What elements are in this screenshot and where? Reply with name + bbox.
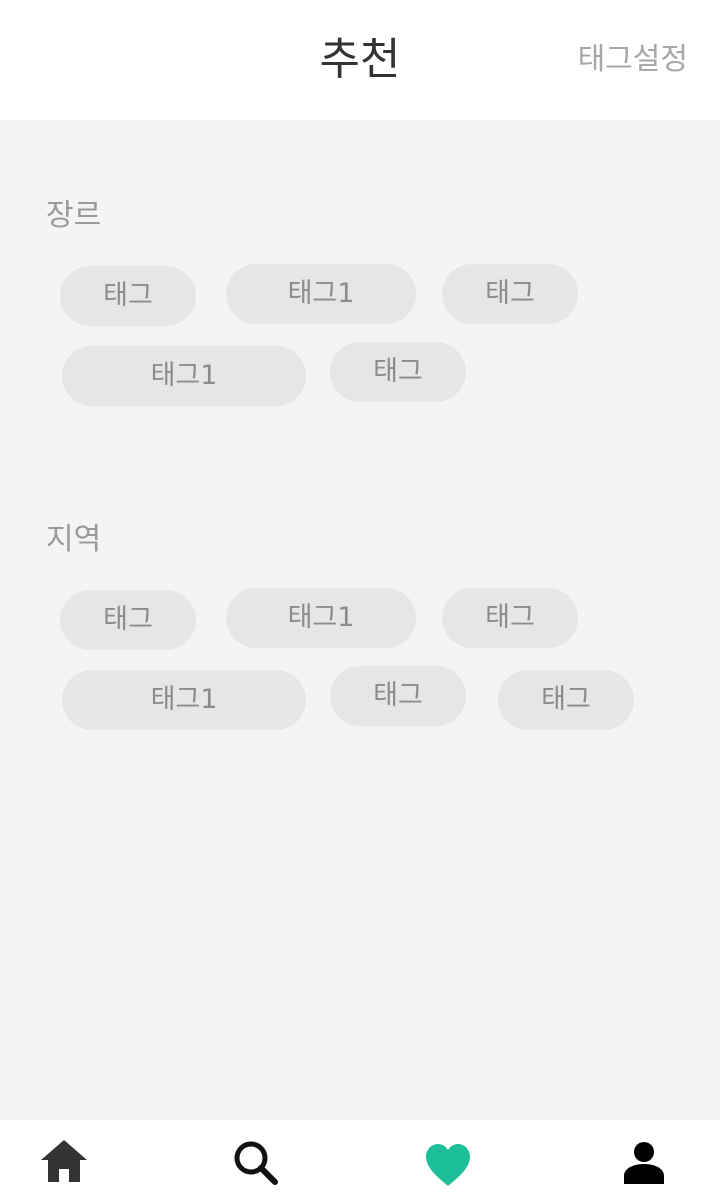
top-app-bar: 추천 태그설정	[0, 0, 720, 120]
genre-tag[interactable]: 태그1	[226, 264, 416, 324]
heart-icon	[426, 1144, 470, 1186]
section-label-genre: 장르	[46, 198, 102, 233]
nav-profile[interactable]	[584, 1120, 704, 1200]
nav-favorites[interactable]	[388, 1120, 508, 1200]
genre-tag[interactable]: 태그	[60, 266, 196, 326]
genre-tag[interactable]: 태그1	[62, 346, 306, 406]
region-tag[interactable]: 태그	[498, 670, 634, 730]
nav-home[interactable]	[4, 1120, 124, 1200]
genre-tag[interactable]: 태그	[330, 342, 466, 402]
home-icon	[41, 1140, 87, 1182]
person-icon	[624, 1142, 664, 1184]
nav-search[interactable]	[196, 1120, 316, 1200]
region-tag[interactable]: 태그1	[226, 588, 416, 648]
bottom-navigation	[0, 1120, 720, 1200]
genre-tag[interactable]: 태그	[442, 264, 578, 324]
section-label-region: 지역	[46, 522, 102, 557]
region-tag[interactable]: 태그	[330, 666, 466, 726]
tag-settings-button[interactable]: 태그설정	[578, 40, 688, 80]
region-tag[interactable]: 태그	[442, 588, 578, 648]
region-tag[interactable]: 태그1	[62, 670, 306, 730]
region-tag[interactable]: 태그	[60, 590, 196, 650]
search-icon	[234, 1141, 278, 1185]
